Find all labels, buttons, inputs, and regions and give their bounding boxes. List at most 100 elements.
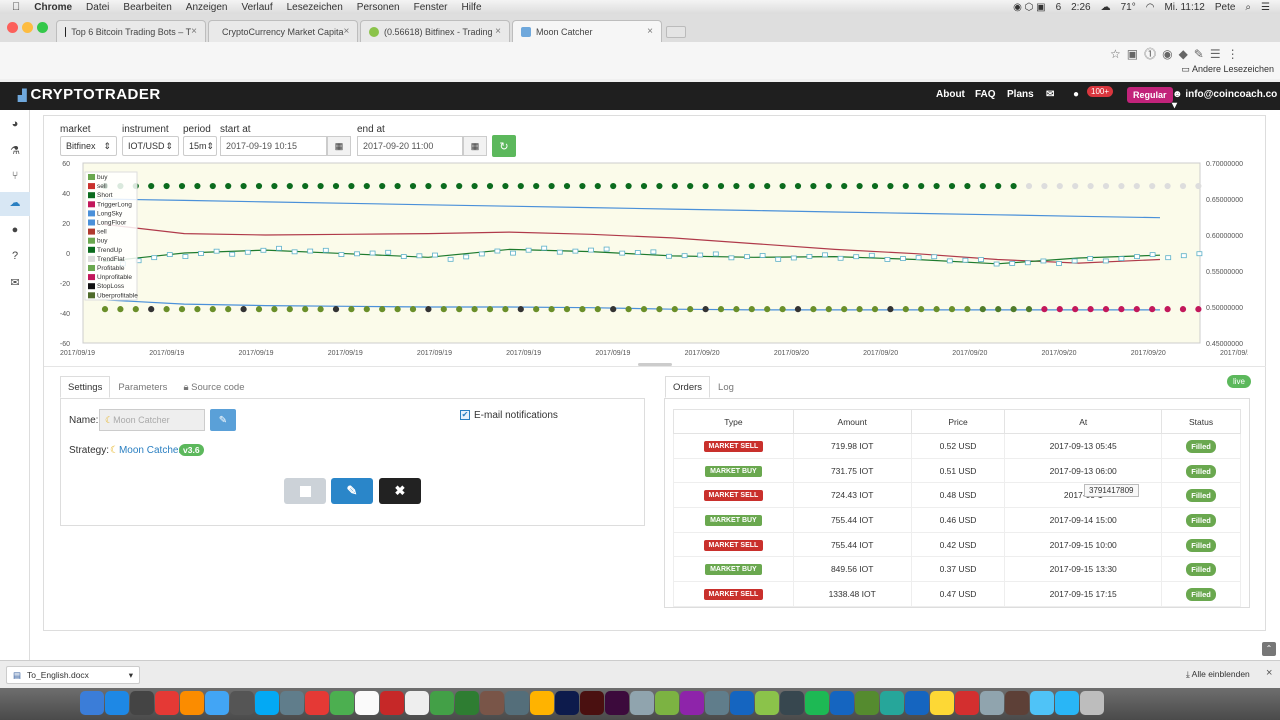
dock-app-icon[interactable] xyxy=(705,691,729,715)
tab-source-code[interactable]: 🔒︎ Source code xyxy=(175,376,252,398)
status-icons[interactable]: ◉ ⬡ ▣ xyxy=(1013,2,1045,13)
zoom-window-icon[interactable] xyxy=(37,22,48,33)
comment-icon[interactable]: ● xyxy=(7,224,23,240)
dashboard-icon[interactable]: ◕ xyxy=(7,118,23,134)
dock-app-icon[interactable] xyxy=(880,691,904,715)
chat-icon[interactable]: ● xyxy=(1073,89,1079,100)
menu-verlauf[interactable]: Verlauf xyxy=(241,2,272,13)
question-icon[interactable]: ? xyxy=(7,250,23,266)
refresh-button[interactable]: ↻ xyxy=(492,135,516,157)
minimize-window-icon[interactable] xyxy=(22,22,33,33)
status-clock[interactable]: Mi. 11:12 xyxy=(1164,2,1204,13)
dock-app-icon[interactable] xyxy=(1030,691,1054,715)
dock-app-icon[interactable] xyxy=(530,691,554,715)
dock-app-icon[interactable] xyxy=(955,691,979,715)
calendar-icon[interactable]: ▦ xyxy=(327,136,351,156)
search-icon[interactable]: ⌕ xyxy=(1245,2,1251,13)
dock-app-icon[interactable] xyxy=(405,691,429,715)
menu-anzeigen[interactable]: Anzeigen xyxy=(186,2,228,13)
dock-app-icon[interactable] xyxy=(1055,691,1079,715)
start-date-input[interactable]: 2017-09-19 10:15 xyxy=(220,136,327,156)
menu-hilfe[interactable]: Hilfe xyxy=(462,2,482,13)
dock-app-icon[interactable] xyxy=(280,691,304,715)
dock-app-icon[interactable] xyxy=(1080,691,1104,715)
status-temp[interactable]: 71° xyxy=(1121,2,1136,13)
nav-faq[interactable]: FAQ xyxy=(975,89,996,100)
dock-app-icon[interactable] xyxy=(1005,691,1029,715)
browser-tab[interactable]: CryptoCurrency Market Capita × xyxy=(208,20,358,42)
list-icon[interactable]: ☰ xyxy=(1261,2,1270,13)
dock-app-icon[interactable] xyxy=(680,691,704,715)
extension-icons[interactable]: ☆▣⓵◉◆✎☰⋮ xyxy=(1110,45,1245,62)
period-select[interactable]: 15m ⇕ xyxy=(183,136,217,156)
dock-app-icon[interactable] xyxy=(155,691,179,715)
strategy-link[interactable]: ☾Moon Catcher xyxy=(110,445,182,456)
close-tab-icon[interactable]: × xyxy=(344,26,350,37)
close-tab-icon[interactable]: × xyxy=(495,26,501,37)
apple-icon[interactable]:  xyxy=(12,1,20,13)
close-icon[interactable]: × xyxy=(1266,667,1272,679)
dock-app-icon[interactable] xyxy=(830,691,854,715)
user-menu[interactable]: ☻ info@coincoach.co ▾ xyxy=(1172,89,1280,111)
brand-logo[interactable]: ▟ CRYPTOTRADER xyxy=(18,86,161,103)
scroll-top-button[interactable]: ⌃ xyxy=(1262,642,1276,656)
show-all-downloads[interactable]: ⤓ Alle einblenden xyxy=(1186,669,1250,680)
dock-app-icon[interactable] xyxy=(330,691,354,715)
instrument-select[interactable]: IOT/USD ⇕ xyxy=(122,136,179,156)
nav-about[interactable]: About xyxy=(936,89,965,100)
status-user[interactable]: Pete xyxy=(1215,2,1236,13)
dock-app-icon[interactable] xyxy=(730,691,754,715)
dock-app-icon[interactable] xyxy=(780,691,804,715)
new-tab-button[interactable] xyxy=(666,26,686,38)
dock-app-icon[interactable] xyxy=(130,691,154,715)
calendar-icon[interactable]: ▦ xyxy=(463,136,487,156)
dock-app-icon[interactable] xyxy=(905,691,929,715)
fork-icon[interactable]: ⑂ xyxy=(7,170,23,186)
dock-app-icon[interactable] xyxy=(755,691,779,715)
close-window-icon[interactable] xyxy=(7,22,18,33)
dock-app-icon[interactable] xyxy=(305,691,329,715)
dock-app-icon[interactable] xyxy=(380,691,404,715)
close-tab-icon[interactable]: × xyxy=(647,26,653,37)
dock-app-icon[interactable] xyxy=(355,691,379,715)
plan-badge[interactable]: Regular xyxy=(1127,87,1173,103)
dock-app-icon[interactable] xyxy=(605,691,629,715)
stop-button[interactable] xyxy=(284,478,326,504)
dock-app-icon[interactable] xyxy=(930,691,954,715)
delete-button[interactable]: ✖ xyxy=(379,478,421,504)
weather-icon[interactable]: ☁ xyxy=(1101,2,1111,13)
backtest-chart[interactable]: 60 40 20 0 -20 -40 -60 0.70000000 0.65000000 0.60… xyxy=(58,158,1248,360)
market-select[interactable]: Bitfinex ⇕ xyxy=(60,136,117,156)
flask-icon[interactable]: ⚗ xyxy=(7,144,23,160)
dock-app-icon[interactable] xyxy=(105,691,129,715)
browser-tab[interactable]: Top 6 Bitcoin Trading Bots – T × xyxy=(56,20,206,42)
dock-app-icon[interactable] xyxy=(180,691,204,715)
status-time-a[interactable]: 2:26 xyxy=(1071,2,1090,13)
tab-orders[interactable]: Orders xyxy=(665,376,711,398)
tab-log[interactable]: Log xyxy=(710,376,742,398)
tab-parameters[interactable]: Parameters xyxy=(110,376,175,398)
dock-app-icon[interactable] xyxy=(980,691,1004,715)
dock-app-icon[interactable] xyxy=(255,691,279,715)
menu-lesezeichen[interactable]: Lesezeichen xyxy=(287,2,343,13)
menu-bearbeiten[interactable]: Bearbeiten xyxy=(123,2,171,13)
name-input[interactable]: ☾ Moon Catcher xyxy=(99,409,205,431)
dock-app-icon[interactable] xyxy=(655,691,679,715)
other-bookmarks[interactable]: ▭ Andere Lesezeichen xyxy=(1181,64,1274,75)
wifi-icon[interactable]: ◠ xyxy=(1146,2,1155,13)
dock-app-icon[interactable] xyxy=(430,691,454,715)
dock-app-icon[interactable] xyxy=(555,691,579,715)
dock-app-icon[interactable] xyxy=(230,691,254,715)
cloud-icon[interactable]: ☁ xyxy=(0,192,30,216)
mail-icon[interactable]: ✉ xyxy=(7,276,23,292)
email-checkbox[interactable]: ✔ xyxy=(460,410,470,420)
edit-strategy-button[interactable]: ✎ xyxy=(331,478,373,504)
dock-app-icon[interactable] xyxy=(855,691,879,715)
browser-tab[interactable]: (0.56618) Bitfinex - Trading × xyxy=(360,20,510,42)
close-tab-icon[interactable]: × xyxy=(191,26,197,37)
browser-tab-active[interactable]: Moon Catcher × xyxy=(512,20,662,42)
download-item[interactable]: ▤ To_English.docx ▾ xyxy=(6,666,140,684)
menu-chrome[interactable]: Chrome xyxy=(34,2,72,13)
nav-plans[interactable]: Plans xyxy=(1007,89,1034,100)
edit-name-button[interactable]: ✎ xyxy=(210,409,236,431)
